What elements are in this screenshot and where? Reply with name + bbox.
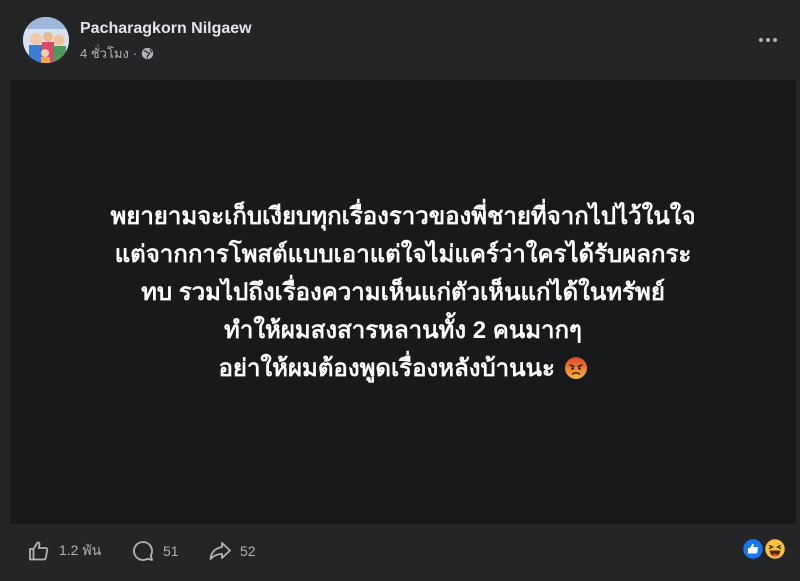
dot: [759, 38, 763, 42]
post-text-line: ทำให้ผมสงสารหลานทั้ง 2 คนมากๆ: [224, 317, 582, 344]
meta-separator: ·: [132, 45, 138, 61]
comment-button[interactable]: 51: [131, 538, 179, 564]
dot: [766, 38, 770, 42]
haha-reaction-icon: [763, 537, 787, 561]
like-count: 1.2 พัน: [59, 542, 102, 558]
like-button[interactable]: 1.2 พัน: [27, 538, 101, 564]
post-timestamp[interactable]: 4 ชั่วโมง: [80, 43, 129, 64]
globe-icon[interactable]: [141, 47, 154, 60]
share-button[interactable]: 52: [208, 538, 256, 564]
post-text-line: แต่จากการโพสต์แบบเอาแต่ใจไม่แคร์ว่าใครได…: [114, 241, 692, 268]
post-meta: 4 ชั่วโมง ·: [80, 44, 154, 62]
post-text-line-last: อย่าให้ผมต้องพูดเรื่องหลังบ้านนะ: [110, 350, 695, 388]
thumbs-up-icon: [29, 541, 49, 561]
post-actions: 1.2 พัน 51 52: [0, 524, 800, 581]
share-icon: [209, 542, 231, 560]
post-text: พยายามจะเก็บเงียบทุกเรื่องราวของพี่ชายที…: [110, 198, 695, 388]
post-text-line: ทบ รวมไปถึงเรื่องความเห็นแก่ตัวเห็นแก่ได…: [141, 279, 665, 306]
angry-face-icon: [564, 354, 588, 379]
post-text-line: อย่าให้ผมต้องพูดเรื่องหลังบ้านนะ: [218, 355, 555, 382]
comment-icon: [133, 541, 153, 561]
post-content: พยายามจะเก็บเงียบทุกเรื่องราวของพี่ชายที…: [10, 80, 796, 524]
post-header: Pacharagkorn Nilgaew 4 ชั่วโมง ·: [0, 0, 800, 80]
avatar[interactable]: [23, 17, 69, 63]
share-count: 52: [240, 543, 256, 559]
dot: [773, 38, 777, 42]
author-name[interactable]: Pacharagkorn Nilgaew: [80, 20, 252, 38]
comment-count: 51: [163, 543, 179, 559]
more-options-button[interactable]: [754, 26, 782, 54]
reaction-summary[interactable]: [741, 537, 788, 561]
post-text-line: พยายามจะเก็บเงียบทุกเรื่องราวของพี่ชายที…: [110, 203, 696, 230]
avatar-image: [23, 17, 69, 63]
like-reaction-icon: [741, 537, 765, 561]
